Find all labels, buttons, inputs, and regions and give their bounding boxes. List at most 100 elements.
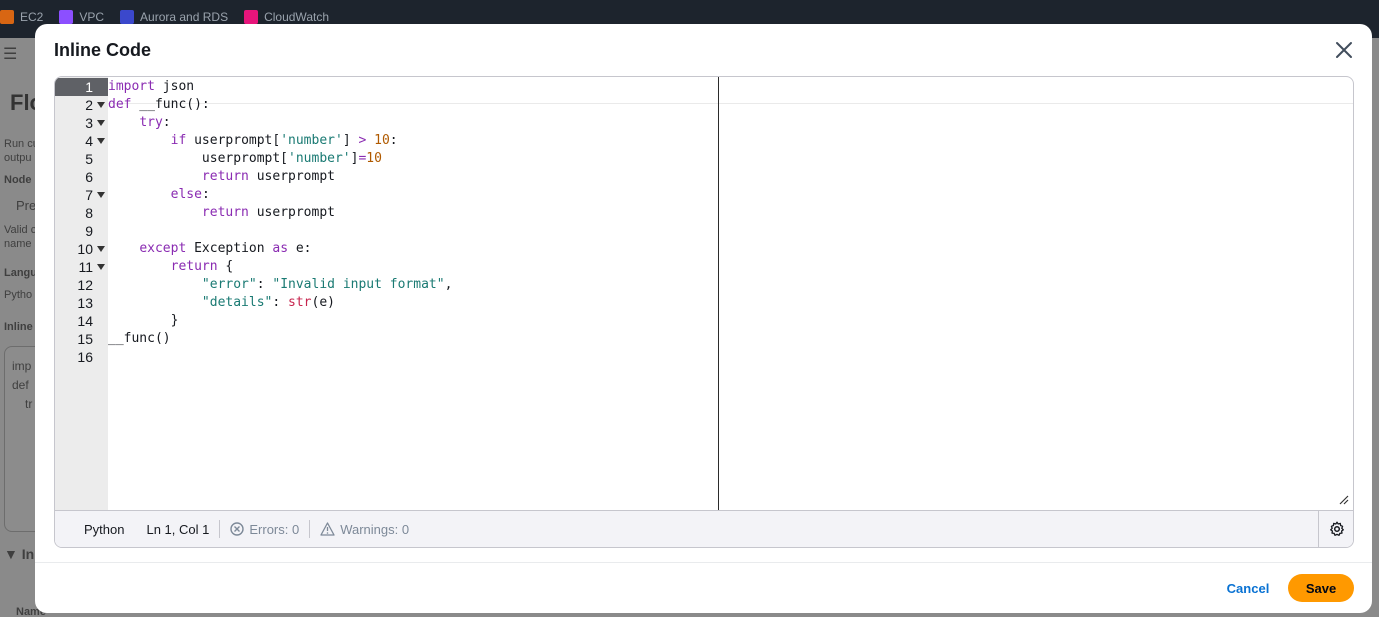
- code-line: "error": "Invalid input format",: [201, 277, 453, 292]
- close-button[interactable]: [1332, 38, 1356, 62]
- bg-output-text: outpu: [4, 152, 32, 164]
- code-line: except Exception as e:: [139, 241, 312, 256]
- line-number-text: 9: [85, 223, 93, 239]
- status-divider: [219, 520, 221, 538]
- bg-code-line: imp: [12, 359, 32, 373]
- line-number: 6: [55, 168, 108, 186]
- code-line: userprompt['number']=10: [108, 151, 382, 166]
- cursor-position: Ln 1, Col 1: [146, 521, 210, 537]
- bg-run-text: Run cu: [4, 138, 39, 150]
- line-number-text: 8: [85, 205, 93, 221]
- service-shortcut-vpc[interactable]: VPC: [59, 10, 104, 24]
- error-circle-icon: [230, 522, 245, 536]
- cloudwatch-icon: [244, 10, 259, 24]
- code-line: else:: [170, 187, 210, 202]
- bg-section-title: In: [21, 546, 35, 562]
- code-line: def __func():: [108, 97, 210, 112]
- fold-toggle-icon[interactable]: [97, 102, 105, 108]
- print-margin-divider: [718, 77, 719, 511]
- code-line: return {: [170, 259, 234, 274]
- service-shortcut-ec2[interactable]: EC2: [0, 10, 43, 24]
- line-number: 2: [55, 96, 108, 114]
- editor-settings-button[interactable]: [1318, 511, 1353, 547]
- editor-status-bar: Python Ln 1, Col 1 Errors: 0 Warnings: 0: [55, 510, 1353, 547]
- code-line: return userprompt: [201, 169, 335, 184]
- line-number-text: 6: [85, 169, 93, 185]
- line-number-text: 14: [77, 313, 93, 329]
- fold-toggle-icon[interactable]: [97, 192, 105, 198]
- errors-count: Errors: 0: [249, 521, 300, 537]
- line-number-text: 10: [77, 241, 93, 257]
- service-label: CloudWatch: [264, 10, 329, 24]
- code-line: import json: [108, 79, 195, 94]
- resize-handle-icon[interactable]: [1339, 495, 1349, 505]
- line-number: 13: [55, 294, 108, 312]
- line-number-text: 7: [85, 187, 93, 203]
- fold-toggle-icon[interactable]: [97, 138, 105, 144]
- service-label: VPC: [79, 10, 105, 24]
- save-button[interactable]: Save: [1288, 574, 1354, 602]
- line-number: 12: [55, 276, 108, 294]
- service-label: Aurora and RDS: [140, 10, 229, 24]
- line-number-text: 1: [85, 79, 93, 95]
- line-number-text: 15: [77, 331, 93, 347]
- code-editor[interactable]: 1 2 3 4 5 6 7 8 9 10 11 12 13 14 15 16 import json def …: [54, 76, 1354, 548]
- line-number: 11: [55, 258, 108, 276]
- line-number: 1: [55, 78, 108, 96]
- line-number: 15: [55, 330, 108, 348]
- warning-triangle-icon: [320, 522, 335, 536]
- code-line: return userprompt: [201, 205, 335, 220]
- line-number-gutter: 1 2 3 4 5 6 7 8 9 10 11 12 13 14 15 16: [55, 77, 108, 511]
- fold-toggle-icon[interactable]: [97, 264, 105, 270]
- fold-toggle-icon[interactable]: [97, 120, 105, 126]
- line-number-text: 11: [78, 259, 93, 275]
- line-number-text: 12: [77, 277, 93, 293]
- gear-icon: [1330, 521, 1344, 536]
- bg-node-input: Pre: [16, 198, 37, 213]
- fold-toggle-icon[interactable]: [97, 246, 105, 252]
- language-indicator: Python: [84, 521, 125, 537]
- service-shortcut-cloudwatch[interactable]: CloudWatch: [244, 10, 329, 24]
- warnings-count: Warnings: 0: [340, 521, 410, 537]
- ec2-icon: [0, 10, 14, 24]
- line-number: 3: [55, 114, 108, 132]
- code-line: __func(): [108, 331, 171, 346]
- close-icon: [1336, 42, 1352, 58]
- line-number-text: 2: [85, 97, 93, 113]
- warnings-indicator[interactable]: Warnings: 0: [320, 522, 409, 537]
- bg-section-header: ▼ In: [4, 546, 35, 562]
- rds-icon: [120, 10, 135, 24]
- status-divider: [309, 520, 311, 538]
- line-number: 9: [55, 222, 108, 240]
- line-number-text: 3: [85, 115, 93, 131]
- line-number: 4: [55, 132, 108, 150]
- line-number: 5: [55, 150, 108, 168]
- bg-code-line: def: [12, 378, 29, 392]
- modal-footer-divider: [35, 562, 1372, 563]
- line-number-text: 4: [85, 133, 93, 149]
- menu-icon: ☰: [3, 46, 18, 63]
- service-shortcut-rds[interactable]: Aurora and RDS: [120, 10, 228, 24]
- line-number: 14: [55, 312, 108, 330]
- line-number: 16: [55, 348, 108, 366]
- line-number: 7: [55, 186, 108, 204]
- service-label: EC2: [20, 10, 44, 24]
- bg-inline-label: Inline: [4, 321, 33, 333]
- line-number-text: 16: [77, 349, 93, 365]
- cancel-button[interactable]: Cancel: [1220, 577, 1276, 599]
- inline-code-modal: Inline Code 1 2 3 4 5 6 7 8 9 10 11 12 13 14 15 16 impo…: [35, 24, 1372, 613]
- modal-title: Inline Code: [54, 40, 152, 60]
- bg-valid-text: Valid c: [4, 224, 37, 236]
- bg-code-line: tr: [25, 397, 33, 411]
- code-line: "details": str(e): [201, 295, 335, 310]
- code-text-area[interactable]: import json def __func(): try: if userpr…: [108, 77, 719, 511]
- line-number-text: 5: [85, 151, 93, 167]
- line-number-text: 13: [77, 295, 93, 311]
- bg-name-text: name: [4, 238, 32, 250]
- vpc-icon: [59, 10, 74, 24]
- errors-indicator[interactable]: Errors: 0: [230, 522, 299, 537]
- bg-language-value: Pytho: [4, 289, 33, 301]
- line-number: 8: [55, 204, 108, 222]
